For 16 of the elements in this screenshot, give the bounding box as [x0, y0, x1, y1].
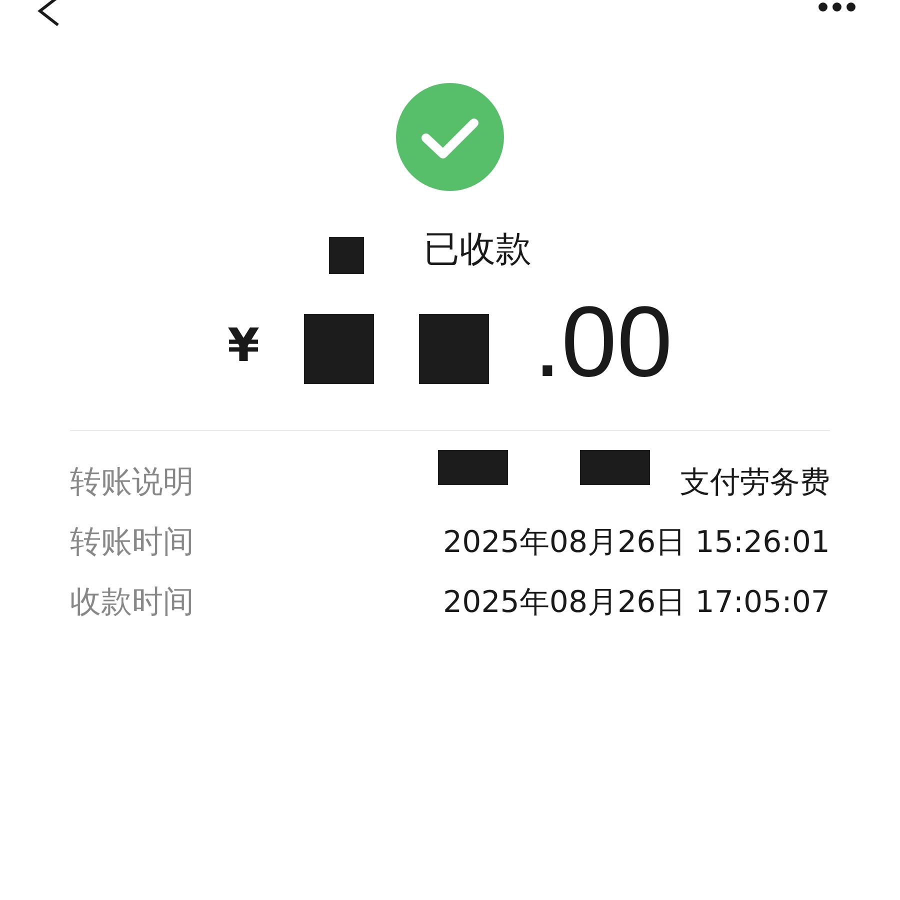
currency-symbol: ¥ — [227, 318, 260, 372]
detail-value: 支付劳务费 — [680, 464, 830, 502]
redaction-block — [438, 450, 508, 484]
amount-decimals: .00 — [534, 292, 673, 392]
detail-value: 2025年08月26日 17:05:07 — [443, 584, 830, 622]
detail-label: 转账时间 — [70, 523, 194, 562]
redaction-block — [418, 314, 488, 384]
back-icon[interactable] — [36, 0, 60, 27]
detail-label: 收款时间 — [70, 583, 194, 622]
detail-value: 2025年08月26日 15:26:01 — [443, 524, 830, 562]
status-text: 已收款 — [424, 228, 532, 272]
redaction-block — [304, 314, 374, 384]
detail-label: 转账说明 — [70, 463, 194, 502]
more-icon[interactable] — [818, 2, 856, 12]
redaction-block — [328, 237, 364, 274]
redaction-block — [580, 450, 650, 484]
